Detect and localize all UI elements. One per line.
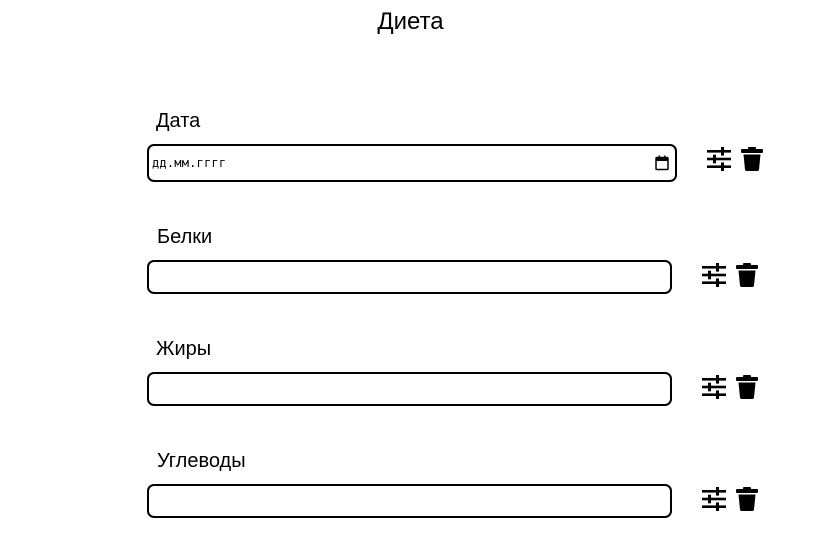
trash-icon[interactable] [735, 375, 759, 399]
protein-input[interactable] [147, 260, 672, 294]
page-title: Диета [377, 8, 444, 35]
trash-icon[interactable] [735, 487, 759, 511]
fat-label: Жиры [156, 338, 212, 360]
trash-icon[interactable] [740, 147, 764, 171]
sliders-icon[interactable] [702, 263, 726, 287]
sliders-icon[interactable] [702, 487, 726, 511]
date-placeholder: дд.мм.гггг [152, 156, 227, 170]
sliders-icon[interactable] [707, 147, 731, 171]
fat-input[interactable] [147, 372, 672, 406]
carbs-label: Углеводы [157, 450, 246, 472]
date-label: Дата [156, 110, 201, 132]
carbs-input[interactable] [147, 484, 672, 518]
calendar-icon[interactable] [655, 155, 669, 171]
date-input[interactable]: дд.мм.гггг [147, 144, 677, 182]
protein-label: Белки [157, 226, 213, 248]
trash-icon[interactable] [735, 263, 759, 287]
sliders-icon[interactable] [702, 375, 726, 399]
